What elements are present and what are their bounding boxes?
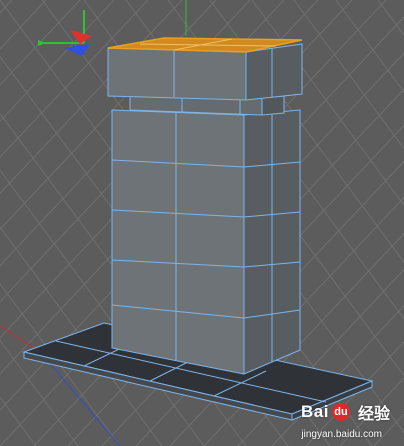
pillar-body[interactable]: [111, 109, 301, 375]
watermark-text-pre: Bai: [301, 402, 329, 421]
move-gizmo-icon[interactable]: [38, 10, 92, 56]
baidu-watermark: Bai du 经验: [301, 400, 390, 424]
grid-line: [373, 413, 404, 446]
viewport-scene[interactable]: [0, 0, 404, 446]
watermark-url: jingyan.baidu.com: [301, 429, 382, 440]
grid-line: [0, 282, 121, 446]
pillar-cap[interactable]: [107, 43, 303, 101]
3d-viewport[interactable]: Bai du 经验 jingyan.baidu.com: [0, 0, 404, 446]
baidu-paw-icon: du: [331, 403, 350, 421]
z-axis-handle-icon[interactable]: [64, 44, 90, 56]
watermark-text-cn: 经验: [357, 406, 390, 423]
